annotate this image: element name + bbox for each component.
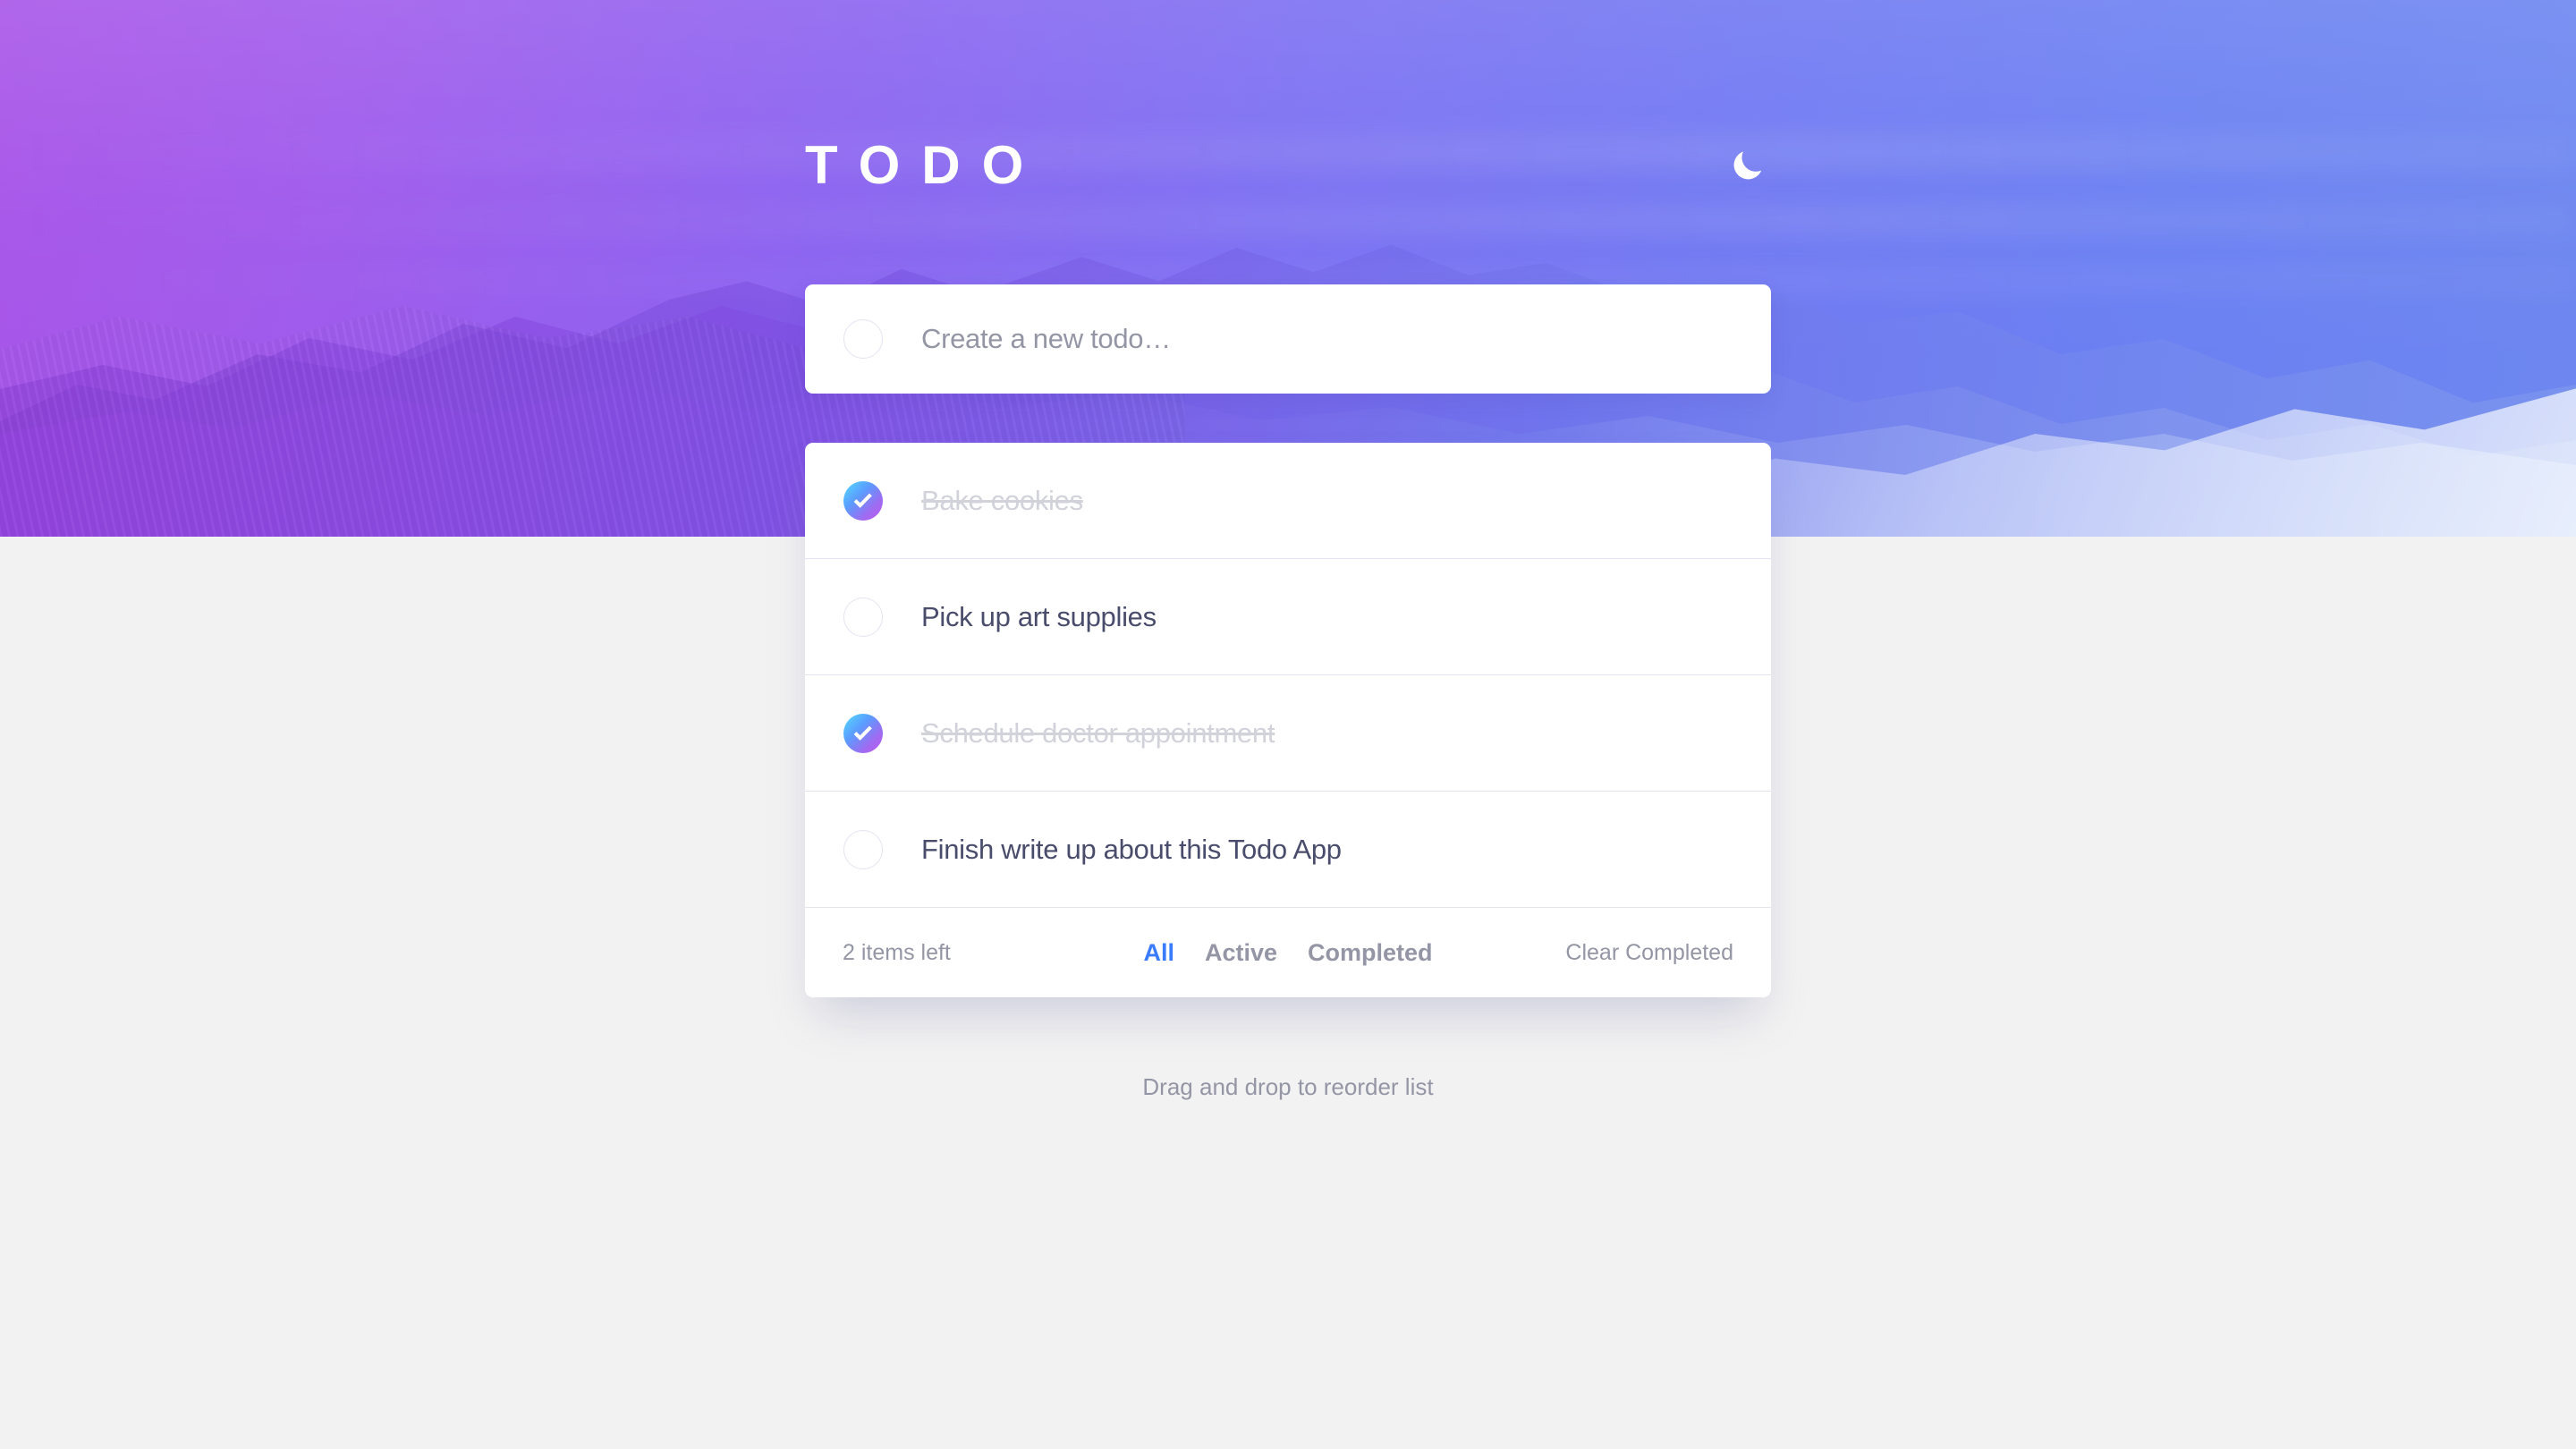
theme-toggle-button[interactable] — [1724, 142, 1771, 189]
todo-rows: Bake cookies Pick up art supplies Schedule… — [805, 443, 1771, 908]
items-left-count: 2 items left — [843, 939, 951, 965]
todo-label: Pick up art supplies — [921, 600, 1157, 632]
filter-active[interactable]: Active — [1205, 939, 1277, 967]
todo-row[interactable]: Bake cookies — [805, 443, 1771, 559]
circle-outline-icon[interactable] — [843, 829, 883, 869]
new-todo-check-slot — [805, 319, 921, 359]
todo-row[interactable]: Schedule doctor appointment — [805, 675, 1771, 792]
todo-list-card: Bake cookies Pick up art supplies Schedule… — [805, 443, 1771, 997]
clear-completed-button[interactable]: Clear Completed — [1565, 940, 1733, 966]
circle-outline-icon[interactable] — [843, 597, 883, 637]
todo-row[interactable]: Pick up art supplies — [805, 559, 1771, 675]
circle-outline-icon[interactable] — [843, 319, 883, 359]
todo-check-slot — [805, 480, 921, 521]
checkbox-checked-icon[interactable] — [843, 713, 883, 753]
todo-check-slot — [805, 713, 921, 753]
checkbox-checked-icon[interactable] — [843, 480, 883, 521]
new-todo-card[interactable]: Create a new todo… — [805, 284, 1771, 394]
todo-label: Schedule doctor appointment — [921, 716, 1275, 749]
drag-drop-hint: Drag and drop to reorder list — [1142, 1073, 1434, 1100]
todo-check-slot — [805, 597, 921, 637]
todo-label: Finish write up about this Todo App — [921, 833, 1342, 865]
todo-label: Bake cookies — [921, 484, 1083, 516]
filter-bar: 2 items left All Active Completed Clear Co… — [805, 908, 1771, 997]
todo-row[interactable]: Finish write up about this Todo App — [805, 792, 1771, 908]
header-row: TODO — [805, 125, 1771, 206]
filter-all[interactable]: All — [1143, 939, 1174, 967]
moon-icon — [1728, 145, 1767, 187]
page-title: TODO — [805, 135, 1046, 195]
filter-completed[interactable]: Completed — [1308, 939, 1433, 967]
new-todo-input[interactable]: Create a new todo… — [921, 323, 1171, 355]
cloud-band — [0, 206, 2576, 236]
todo-check-slot — [805, 829, 921, 869]
